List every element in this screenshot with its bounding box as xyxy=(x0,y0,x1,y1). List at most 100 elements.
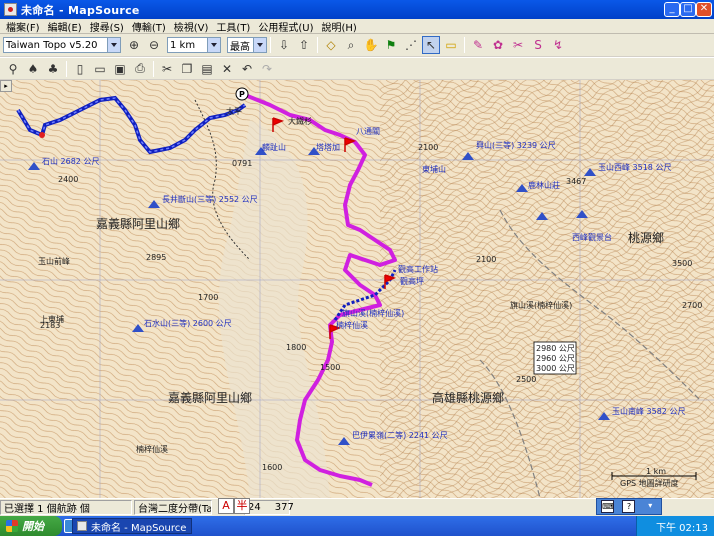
divide-track-tool-icon[interactable]: ✂ xyxy=(509,36,527,54)
menu-utilities[interactable]: 公用程式(U) xyxy=(254,19,317,34)
svg-text:3000 公尺: 3000 公尺 xyxy=(536,364,575,373)
hand-pan-tool-icon[interactable]: ✋ xyxy=(362,36,380,54)
chevron-down-icon[interactable] xyxy=(253,38,266,52)
undo-icon[interactable]: ↶ xyxy=(238,60,256,78)
draw-tool-icon[interactable]: ✎ xyxy=(469,36,487,54)
windows-taskbar: 開始 未命名 - MapSource 下午 02:13 xyxy=(0,516,714,536)
help-icon[interactable]: ? xyxy=(622,500,636,513)
menu-tools[interactable]: 工具(T) xyxy=(212,19,254,34)
datum-status: 台灣二度分帶(Taiwan(TWD67)) xyxy=(134,500,212,515)
ime-keyboard-icon[interactable]: ⌨ xyxy=(601,500,615,513)
coordinate-status: 24 377 xyxy=(244,500,294,515)
insert-point-tool-icon[interactable]: ↯ xyxy=(549,36,567,54)
svg-text:2400: 2400 xyxy=(58,175,78,184)
ime-width-button[interactable]: 半 xyxy=(234,498,250,514)
detail-level-value: 最高 xyxy=(230,41,250,53)
menu-file[interactable]: 檔案(F) xyxy=(2,19,44,34)
toolbar-separator xyxy=(317,37,318,53)
map-corner-button[interactable]: ▸ xyxy=(0,80,12,92)
clock[interactable]: 下午 02:13 xyxy=(656,519,708,534)
route-tool-icon[interactable]: ⋰ xyxy=(402,36,420,54)
find-nearest-icon[interactable]: ♣ xyxy=(44,60,62,78)
region-label: 高雄縣桃源鄉 xyxy=(432,390,504,405)
track-point[interactable] xyxy=(39,132,45,138)
mapsource-app-icon[interactable] xyxy=(4,3,17,16)
find-location-icon[interactable]: ⚲ xyxy=(4,60,22,78)
place-label: 旗山溪(楠梓仙溪) xyxy=(510,300,572,310)
place-label: 大鐵杉 xyxy=(288,116,312,126)
find-places-icon[interactable]: ♠ xyxy=(24,60,42,78)
delete-icon[interactable]: ✕ xyxy=(218,60,236,78)
menu-transfer[interactable]: 傳輸(T) xyxy=(128,19,170,34)
svg-text:3500: 3500 xyxy=(672,259,692,268)
toolbar-separator xyxy=(270,37,271,53)
map-canvas[interactable]: P 嘉義縣阿里山鄉 嘉義縣阿里山鄉 高雄縣桃源鄉 桃源鄉 石山 2682 公尺 … xyxy=(0,80,714,498)
svg-text:0791: 0791 xyxy=(232,159,252,168)
topographic-map[interactable]: P 嘉義縣阿里山鄉 嘉義縣阿里山鄉 高雄縣桃源鄉 桃源鄉 石山 2682 公尺 … xyxy=(0,80,714,498)
menu-view[interactable]: 檢視(V) xyxy=(170,19,213,34)
taskbar-window-item[interactable]: 未命名 - MapSource xyxy=(72,518,192,534)
region-label: 嘉義縣阿里山鄉 xyxy=(168,390,252,405)
start-button[interactable]: 開始 xyxy=(0,516,62,536)
ime-mode-button[interactable]: A xyxy=(218,498,234,514)
windows-logo-icon xyxy=(6,520,18,532)
close-button[interactable]: ✕ xyxy=(696,2,712,17)
selection-status: 已選擇 1 個航跡 個 xyxy=(0,500,132,515)
peak-label: 石山 2682 公尺 xyxy=(42,156,99,166)
zoom-tool-icon[interactable]: ⌕ xyxy=(342,36,360,54)
selection-arrow-tool-icon[interactable]: ↖ xyxy=(422,36,440,54)
zoom-in-icon[interactable]: ⊕ xyxy=(125,36,143,54)
send-to-device-icon[interactable]: ⇧ xyxy=(295,36,313,54)
mapsource-app-icon xyxy=(77,521,87,531)
place-label: 楠梓仙溪 xyxy=(136,444,168,454)
paste-icon[interactable]: ▤ xyxy=(198,60,216,78)
menu-edit[interactable]: 編輯(E) xyxy=(44,19,86,34)
join-track-tool-icon[interactable]: S xyxy=(529,36,547,54)
detail-level-select[interactable]: 最高 xyxy=(227,37,267,53)
chevron-down-icon[interactable] xyxy=(207,38,220,52)
place-label: 旗山溪(楠梓仙溪) xyxy=(342,308,404,318)
measure-distance-tool-icon[interactable]: ▭ xyxy=(442,36,460,54)
erase-tool-icon[interactable]: ✿ xyxy=(489,36,507,54)
new-file-icon[interactable]: ▯ xyxy=(71,60,89,78)
open-folder-icon[interactable]: ▭ xyxy=(91,60,109,78)
print-icon[interactable]: ⎙ xyxy=(131,60,149,78)
map-product-select[interactable]: Taiwan Topo v5.20 xyxy=(3,37,121,53)
place-label: 西峰觀景台 xyxy=(572,232,612,242)
map-toolbar: Taiwan Topo v5.20 ⊕ ⊖ 1 km 最高 ⇩ ⇧ ◇ ⌕ ✋ … xyxy=(0,34,714,56)
place-label: 楠梓仙溪 xyxy=(336,320,368,330)
menu-help[interactable]: 說明(H) xyxy=(317,19,360,34)
place-label: 鹿林山莊 xyxy=(528,180,560,190)
zoom-out-icon[interactable]: ⊖ xyxy=(145,36,163,54)
parking-icon[interactable]: P xyxy=(235,87,249,101)
copy-icon[interactable]: ❐ xyxy=(178,60,196,78)
taskbar-window-label: 未命名 - MapSource xyxy=(91,522,187,534)
svg-text:2100: 2100 xyxy=(418,143,438,152)
coord-suffix: 377 xyxy=(274,502,294,513)
svg-text:1600: 1600 xyxy=(262,463,282,472)
map-selection-tool-icon[interactable]: ◇ xyxy=(322,36,340,54)
chevron-down-icon[interactable] xyxy=(107,38,120,52)
receive-from-device-icon[interactable]: ⇩ xyxy=(275,36,293,54)
maximize-button[interactable]: □ xyxy=(680,2,696,17)
svg-text:2500: 2500 xyxy=(516,375,536,384)
toolbar-separator xyxy=(66,60,67,77)
place-label: 玉山前峰 xyxy=(38,256,70,266)
system-tray: 下午 02:13 xyxy=(636,516,714,536)
peak-label: 巴伊累嶺(二等) 2241 公尺 xyxy=(352,430,448,440)
title-bar: 未命名 - MapSource _ □ ✕ xyxy=(0,0,714,19)
minimize-button[interactable]: _ xyxy=(664,2,680,17)
svg-text:2183: 2183 xyxy=(40,321,60,330)
save-icon[interactable]: ▣ xyxy=(111,60,129,78)
chevron-down-icon[interactable]: ▾ xyxy=(643,500,657,513)
zoom-scale-select[interactable]: 1 km xyxy=(167,37,221,53)
cut-icon[interactable]: ✂ xyxy=(158,60,176,78)
start-label: 開始 xyxy=(22,520,44,533)
waypoint-flag-tool-icon[interactable]: ⚑ xyxy=(382,36,400,54)
menu-search[interactable]: 搜尋(S) xyxy=(86,19,128,34)
svg-text:2980 公尺: 2980 公尺 xyxy=(536,344,575,353)
menu-bar: 檔案(F) 編輯(E) 搜尋(S) 傳輸(T) 檢視(V) 工具(T) 公用程式… xyxy=(0,19,714,34)
place-label: 觀高工作站 xyxy=(398,264,438,274)
ime-toolbar: A 半 xyxy=(218,498,250,515)
redo-icon[interactable]: ↷ xyxy=(258,60,276,78)
